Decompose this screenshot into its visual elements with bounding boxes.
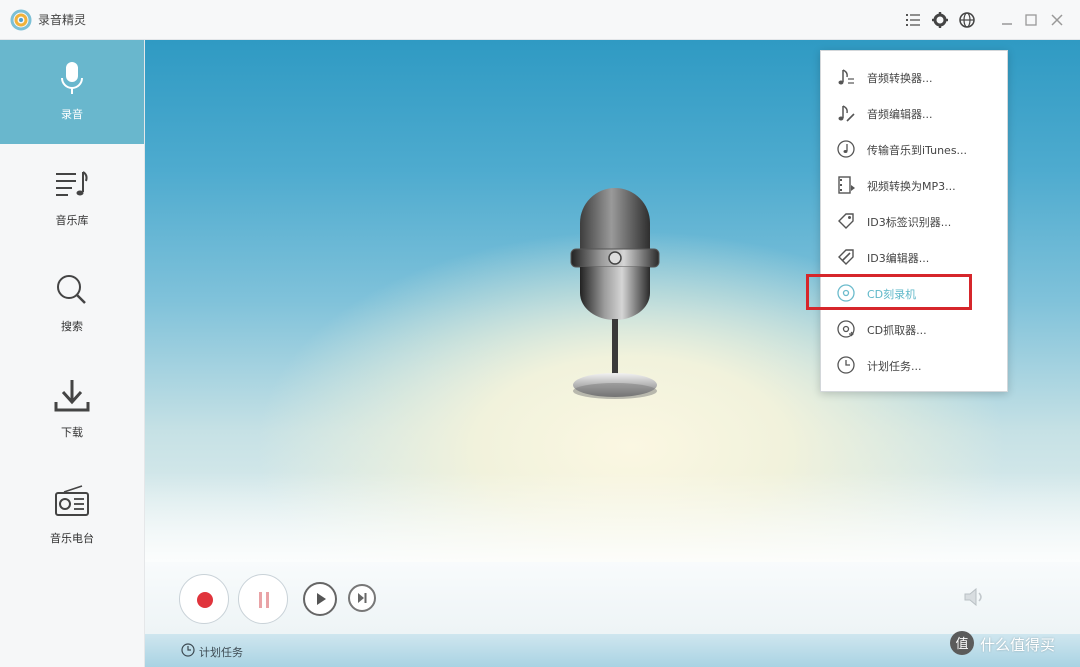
sidebar-item-download[interactable]: 下载 [0, 358, 144, 462]
menu-item-transfer-itunes[interactable]: 传输音乐到iTunes... [821, 131, 1007, 167]
menu-item-label: 计划任务... [867, 360, 922, 373]
next-button[interactable] [348, 584, 376, 612]
record-dot-icon [197, 592, 213, 608]
download-icon [54, 380, 90, 412]
tag-edit-icon [838, 249, 854, 265]
menu-item-id3-editor[interactable]: ID3编辑器... [821, 239, 1007, 275]
clouds-background [145, 472, 1080, 562]
list-menu-icon[interactable] [904, 11, 922, 29]
close-icon[interactable] [1048, 11, 1066, 29]
clock-icon [837, 356, 855, 374]
sidebar-item-label: 下载 [61, 426, 83, 439]
itunes-transfer-icon [837, 140, 855, 158]
audio-edit-icon [838, 105, 855, 122]
clock-icon [181, 643, 195, 657]
skip-next-icon [358, 593, 367, 603]
sidebar-item-radio[interactable]: 音乐电台 [0, 464, 144, 568]
sidebar-item-record[interactable]: 录音 [0, 40, 144, 144]
sidebar: 录音 音乐库 搜索 下载 音乐电台 [0, 40, 145, 667]
app-title: 录音精灵 [38, 13, 87, 27]
cd-rip-icon [837, 320, 855, 338]
svg-text:值: 值 [955, 636, 968, 652]
title-bar: 录音精灵 [0, 0, 1080, 40]
search-icon [57, 275, 86, 304]
globe-icon[interactable] [958, 11, 976, 29]
sidebar-item-label: 录音 [61, 108, 83, 121]
pause-icon [258, 592, 270, 608]
scheduled-task-link[interactable]: 计划任务 [199, 644, 243, 660]
audio-convert-icon [838, 69, 854, 85]
play-icon [317, 593, 326, 605]
tag-icon [838, 213, 854, 229]
menu-item-audio-editor[interactable]: 音频编辑器... [821, 95, 1007, 131]
music-list-icon [56, 171, 88, 196]
menu-item-id3-recognizer[interactable]: ID3标签识别器... [821, 203, 1007, 239]
menu-item-label: 音频编辑器... [867, 108, 933, 121]
playback-controls [145, 562, 1080, 634]
volume-icon[interactable] [962, 587, 986, 607]
menu-item-video-to-mp3[interactable]: 视频转换为MP3... [821, 167, 1007, 203]
menu-item-label: ID3编辑器... [867, 252, 930, 265]
menu-item-label: 视频转换为MP3... [867, 180, 956, 193]
watermark-text: 什么值得买 [980, 636, 1056, 654]
radio-icon [55, 485, 89, 516]
microphone-icon [61, 62, 83, 94]
microphone-illustration [570, 188, 660, 399]
tools-menu: 音频转换器... 音频编辑器... 传输音乐到iTunes... 视频转换为MP… [820, 50, 1008, 392]
highlight-annotation-box [806, 274, 972, 310]
menu-item-label: 音频转换器... [867, 72, 933, 85]
sidebar-item-label: 音乐电台 [50, 532, 94, 545]
play-button[interactable] [303, 582, 337, 616]
record-button[interactable] [179, 574, 229, 624]
video-to-mp3-icon [838, 176, 855, 194]
menu-item-label: CD抓取器... [867, 324, 927, 337]
pause-button[interactable] [238, 574, 288, 624]
gear-icon[interactable] [931, 11, 949, 29]
menu-item-audio-converter[interactable]: 音频转换器... [821, 59, 1007, 95]
watermark-logo-icon: 值 [950, 631, 974, 655]
menu-item-cd-ripper[interactable]: CD抓取器... [821, 311, 1007, 347]
menu-item-scheduled-task[interactable]: 计划任务... [821, 347, 1007, 383]
menu-item-label: 传输音乐到iTunes... [867, 144, 968, 157]
sidebar-item-label: 搜索 [61, 320, 83, 333]
app-logo-icon [10, 9, 32, 31]
sidebar-item-search[interactable]: 搜索 [0, 252, 144, 356]
maximize-icon[interactable] [1022, 11, 1040, 29]
minimize-icon[interactable] [998, 11, 1016, 29]
menu-item-label: ID3标签识别器... [867, 216, 952, 229]
sidebar-item-label: 音乐库 [55, 214, 89, 227]
sidebar-item-music-library[interactable]: 音乐库 [0, 146, 144, 250]
status-bar: 计划任务 [145, 634, 1080, 667]
